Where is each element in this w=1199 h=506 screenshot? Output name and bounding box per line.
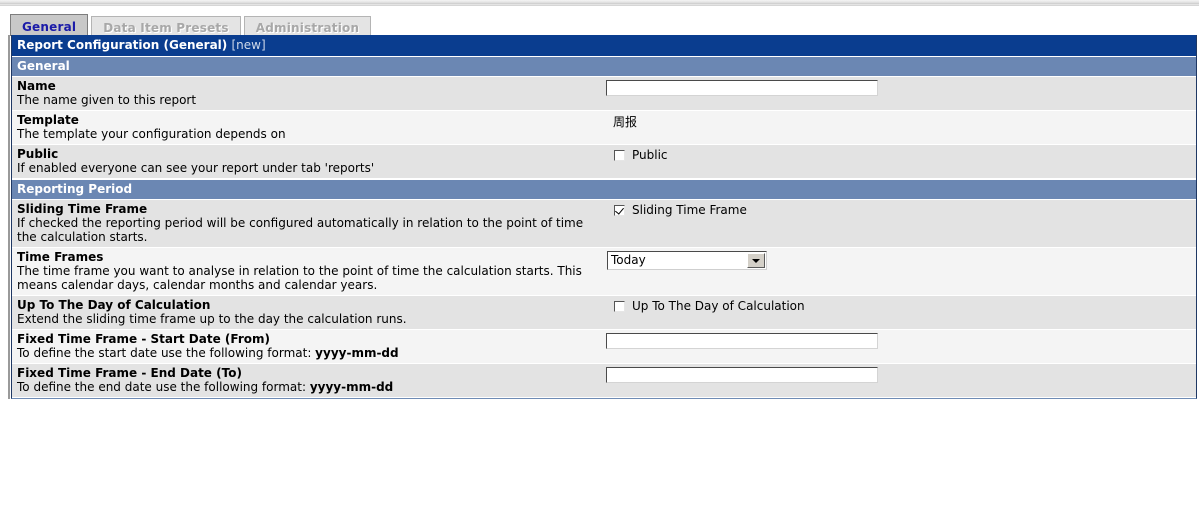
field-row-sliding-time-frame: Sliding Time Frame If checked the report… — [12, 200, 1196, 248]
tab-bar: General Data Item Presets Administration — [10, 14, 372, 36]
field-title-fixed-end-date: Fixed Time Frame - End Date (To) — [17, 366, 242, 380]
panel-title-bar: Report Configuration (General) [new] — [12, 35, 1196, 56]
public-checkbox-wrapper[interactable]: Public — [606, 148, 668, 162]
field-desc-public: If enabled everyone can see your report … — [17, 161, 375, 175]
field-label-up-to-day-of-calculation: Up To The Day of Calculation Extend the … — [12, 296, 602, 329]
field-control-up-to-day-of-calculation: Up To The Day of Calculation — [602, 296, 1196, 318]
field-row-template: Template The template your configuration… — [12, 111, 1196, 145]
field-desc-fixed-start-date: To define the start date use the followi… — [17, 346, 598, 360]
field-desc-fixed-end-date: To define the end date use the following… — [17, 380, 598, 394]
field-desc-name: The name given to this report — [17, 93, 197, 107]
field-label-time-frames: Time Frames The time frame you want to a… — [12, 248, 602, 295]
tab-data-item-presets[interactable]: Data Item Presets — [91, 16, 241, 36]
field-label-template: Template The template your configuration… — [12, 111, 602, 144]
field-label-name: Name The name given to this report — [12, 77, 602, 110]
field-row-fixed-end-date: Fixed Time Frame - End Date (To) To defi… — [12, 364, 1196, 398]
field-desc-fixed-end-date-format: yyyy-mm-dd — [309, 380, 394, 394]
field-desc-fixed-start-date-text: To define the start date use the followi… — [17, 346, 316, 360]
field-desc-fixed-end-date-text: To define the end date use the following… — [17, 380, 310, 394]
field-desc-template: The template your configuration depends … — [17, 127, 286, 141]
sliding-time-frame-checkbox-wrapper[interactable]: Sliding Time Frame — [606, 203, 747, 217]
window-chrome-divider — [0, 5, 1199, 6]
section-header-general: General — [12, 56, 1196, 77]
chevron-down-icon[interactable] — [747, 253, 765, 268]
field-row-public: Public If enabled everyone can see your … — [12, 145, 1196, 179]
field-label-public: Public If enabled everyone can see your … — [12, 145, 602, 178]
field-control-fixed-end-date — [602, 364, 1196, 386]
tab-administration[interactable]: Administration — [243, 16, 372, 36]
field-label-fixed-start-date: Fixed Time Frame - Start Date (From) To … — [12, 330, 602, 363]
fixed-end-date-input[interactable] — [606, 367, 878, 383]
up-to-day-checkbox-label: Up To The Day of Calculation — [632, 299, 805, 313]
report-configuration-panel: Report Configuration (General) [new] Gen… — [8, 35, 1197, 399]
fixed-start-date-input[interactable] — [606, 333, 878, 349]
field-title-time-frames: Time Frames — [17, 250, 104, 264]
field-control-sliding-time-frame: Sliding Time Frame — [602, 200, 1196, 222]
field-desc-fixed-start-date-format: yyyy-mm-dd — [315, 346, 399, 360]
field-desc-sliding-time-frame: If checked the reporting period will be … — [17, 216, 584, 244]
tab-general[interactable]: General — [10, 14, 89, 36]
field-row-up-to-day-of-calculation: Up To The Day of Calculation Extend the … — [12, 296, 1196, 330]
page-title-tag: [new] — [231, 38, 266, 52]
field-label-fixed-end-date: Fixed Time Frame - End Date (To) To defi… — [12, 364, 602, 397]
field-desc-time-frames: The time frame you want to analyse in re… — [17, 264, 582, 292]
sliding-time-frame-checkbox[interactable] — [614, 204, 625, 216]
section-header-reporting-period: Reporting Period — [12, 179, 1196, 200]
field-control-template: 周报 — [602, 111, 1196, 133]
field-control-public: Public — [602, 145, 1196, 167]
name-input[interactable] — [606, 80, 878, 96]
sliding-time-frame-checkbox-label: Sliding Time Frame — [632, 203, 747, 217]
public-checkbox[interactable] — [614, 149, 625, 161]
field-title-up-to-day-of-calculation: Up To The Day of Calculation — [17, 298, 211, 312]
time-frames-select-value: Today — [611, 253, 646, 267]
field-title-name: Name — [17, 79, 56, 93]
field-title-sliding-time-frame: Sliding Time Frame — [17, 202, 148, 216]
public-checkbox-label: Public — [632, 148, 668, 162]
field-label-sliding-time-frame: Sliding Time Frame If checked the report… — [12, 200, 602, 247]
up-to-day-checkbox-wrapper[interactable]: Up To The Day of Calculation — [606, 299, 805, 313]
field-title-template: Template — [17, 113, 79, 127]
field-control-name — [602, 77, 1196, 99]
field-control-fixed-start-date — [602, 330, 1196, 352]
field-row-fixed-start-date: Fixed Time Frame - Start Date (From) To … — [12, 330, 1196, 364]
time-frames-select[interactable]: Today — [607, 251, 767, 270]
field-row-time-frames: Time Frames The time frame you want to a… — [12, 248, 1196, 296]
field-row-name: Name The name given to this report — [12, 77, 1196, 111]
page-title: Report Configuration (General) — [17, 38, 228, 52]
up-to-day-checkbox[interactable] — [614, 300, 625, 312]
field-desc-up-to-day-of-calculation: Extend the sliding time frame up to the … — [17, 312, 407, 326]
field-title-fixed-start-date: Fixed Time Frame - Start Date (From) — [17, 332, 270, 346]
field-control-time-frames: Today — [602, 248, 1196, 273]
template-value: 周报 — [613, 115, 638, 129]
field-title-public: Public — [17, 147, 59, 161]
